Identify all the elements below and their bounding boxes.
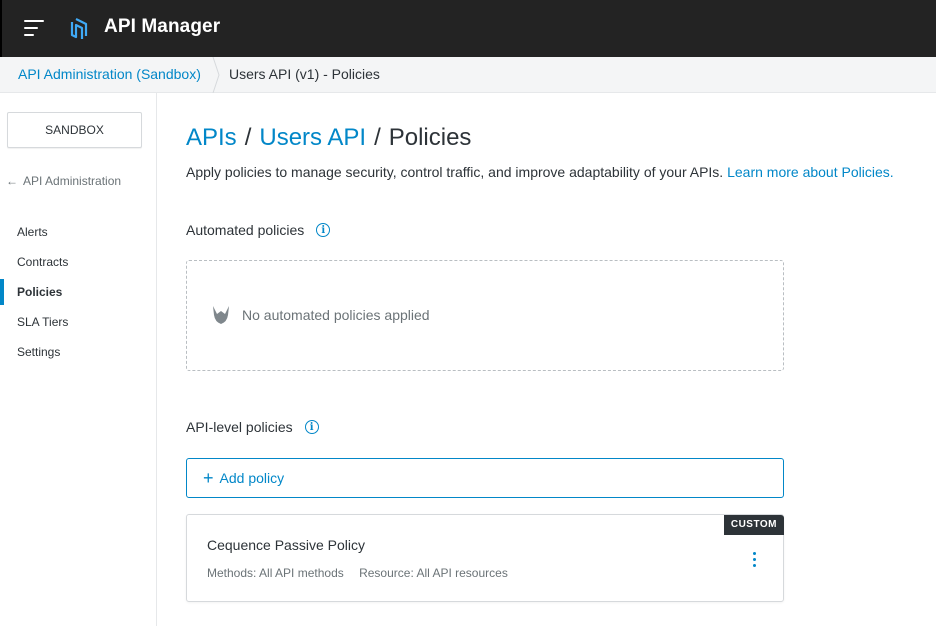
back-link-label: API Administration	[23, 174, 122, 188]
hamburger-menu-icon[interactable]	[24, 20, 44, 36]
automated-policies-title: Automated policies i	[186, 222, 331, 238]
info-icon[interactable]: i	[316, 223, 331, 237]
empty-state-text: No automated policies applied	[242, 307, 430, 323]
api-level-policies-title: API-level policies i	[186, 419, 319, 435]
heading-separator: /	[374, 124, 381, 151]
automated-policies-label: Automated policies	[186, 222, 305, 238]
empty-state-icon	[213, 306, 229, 324]
policy-methods: Methods: All API methods	[207, 566, 344, 580]
heading-api-name-link[interactable]: Users API	[259, 124, 366, 151]
page-title: APIs / Users API / Policies	[186, 124, 471, 152]
sidebar-item-policies[interactable]: Policies	[0, 277, 156, 307]
sidebar-nav: Alerts Contracts Policies SLA Tiers Sett…	[0, 217, 156, 367]
arrow-left-icon: ←	[6, 174, 18, 188]
environment-button[interactable]: SANDBOX	[7, 112, 142, 148]
back-to-api-administration-link[interactable]: ← API Administration	[6, 174, 121, 188]
sidebar-item-alerts[interactable]: Alerts	[0, 217, 156, 247]
api-level-policies-label: API-level policies	[186, 419, 293, 435]
top-bar: API Manager	[0, 0, 936, 57]
add-policy-button[interactable]: + Add policy	[186, 458, 784, 498]
custom-badge: CUSTOM	[723, 515, 784, 535]
plus-icon: +	[203, 468, 214, 488]
policy-card[interactable]: CUSTOM Cequence Passive Policy Methods: …	[186, 514, 784, 602]
breadcrumb-parent-link[interactable]: API Administration (Sandbox)	[18, 66, 201, 82]
learn-more-link[interactable]: Learn more about Policies.	[727, 164, 894, 180]
breadcrumb: API Administration (Sandbox) Users API (…	[0, 57, 936, 93]
info-icon[interactable]: i	[304, 420, 319, 434]
description-text: Apply policies to manage security, contr…	[186, 164, 724, 180]
automated-policies-empty-state: No automated policies applied	[186, 260, 784, 371]
add-policy-label: Add policy	[219, 470, 285, 486]
heading-apis-link[interactable]: APIs	[186, 124, 237, 151]
heading-current: Policies	[388, 124, 472, 151]
breadcrumb-current: Users API (v1) - Policies	[229, 66, 380, 82]
sidebar: SANDBOX ← API Administration Alerts Cont…	[0, 93, 157, 626]
page-description: Apply policies to manage security, contr…	[186, 164, 894, 180]
breadcrumb-separator-icon	[212, 57, 220, 93]
policy-name: Cequence Passive Policy	[207, 537, 365, 553]
sidebar-item-settings[interactable]: Settings	[0, 337, 156, 367]
heading-separator: /	[244, 124, 252, 151]
api-manager-logo-icon	[70, 18, 88, 39]
sidebar-item-contracts[interactable]: Contracts	[0, 247, 156, 277]
policy-resource: Resource: All API resources	[359, 566, 508, 580]
kebab-menu-icon[interactable]	[751, 552, 759, 568]
policy-meta: Methods: All API methods Resource: All A…	[207, 566, 508, 580]
sidebar-item-sla-tiers[interactable]: SLA Tiers	[0, 307, 156, 337]
app-title: API Manager	[104, 16, 221, 37]
